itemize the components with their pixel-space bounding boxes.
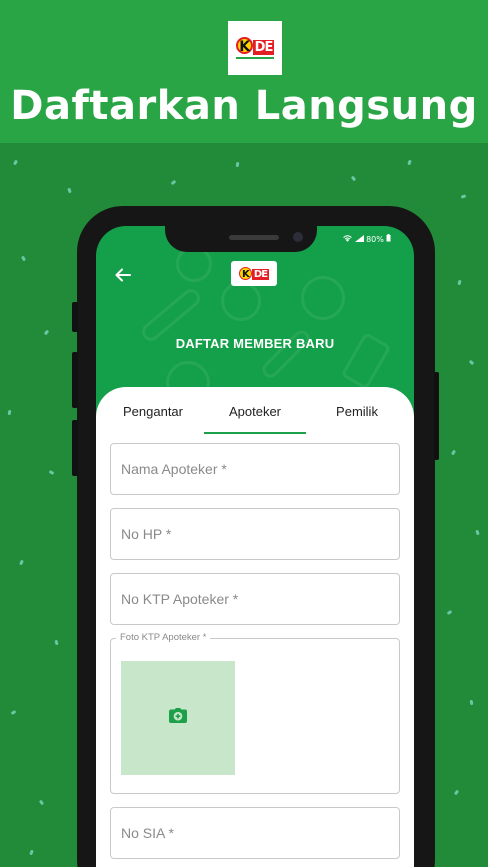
logo-tagline-bar bbox=[236, 57, 274, 59]
phone-notch bbox=[165, 206, 317, 252]
no-ktp-field[interactable]: No KTP Apoteker * bbox=[110, 573, 400, 625]
battery-level: 80% bbox=[366, 235, 384, 244]
battery-icon bbox=[386, 234, 391, 244]
no-sia-placeholder: No SIA * bbox=[121, 825, 174, 841]
tab-pemilik[interactable]: Pemilik bbox=[326, 404, 388, 419]
status-bar: 80% bbox=[343, 234, 391, 244]
no-hp-field[interactable]: No HP * bbox=[110, 508, 400, 560]
nama-apoteker-placeholder: Nama Apoteker * bbox=[121, 461, 227, 477]
no-sia-field[interactable]: No SIA * bbox=[110, 807, 400, 859]
app-logo: K DE bbox=[231, 261, 277, 286]
tab-apoteker[interactable]: Apoteker bbox=[204, 404, 306, 419]
foto-ktp-label: Foto KTP Apoteker * bbox=[116, 632, 211, 643]
active-tab-indicator bbox=[204, 432, 306, 434]
no-ktp-placeholder: No KTP Apoteker * bbox=[121, 591, 239, 607]
logo-k: K bbox=[238, 267, 252, 280]
kde-logo: K DE bbox=[228, 21, 282, 75]
back-arrow-icon[interactable] bbox=[114, 266, 132, 284]
logo-de: DE bbox=[251, 269, 270, 280]
phone-side-button bbox=[72, 420, 78, 476]
phone-side-button bbox=[72, 302, 78, 332]
camera-add-icon bbox=[169, 708, 187, 728]
page-title: DAFTAR MEMBER BARU bbox=[175, 336, 335, 351]
phone-front-camera bbox=[293, 232, 303, 242]
phone-side-button bbox=[72, 352, 78, 408]
logo-de: DE bbox=[252, 40, 275, 55]
no-hp-placeholder: No HP * bbox=[121, 526, 172, 542]
promo-headline: Daftarkan Langsung bbox=[10, 83, 478, 129]
nama-apoteker-field[interactable]: Nama Apoteker * bbox=[110, 443, 400, 495]
signal-icon bbox=[354, 235, 367, 244]
wifi-icon bbox=[343, 235, 355, 244]
tab-pengantar[interactable]: Pengantar bbox=[115, 404, 191, 419]
phone-side-button bbox=[434, 372, 439, 460]
phone-speaker bbox=[229, 235, 279, 240]
logo-k: K bbox=[235, 37, 253, 55]
foto-ktp-upload-button[interactable] bbox=[121, 661, 235, 775]
